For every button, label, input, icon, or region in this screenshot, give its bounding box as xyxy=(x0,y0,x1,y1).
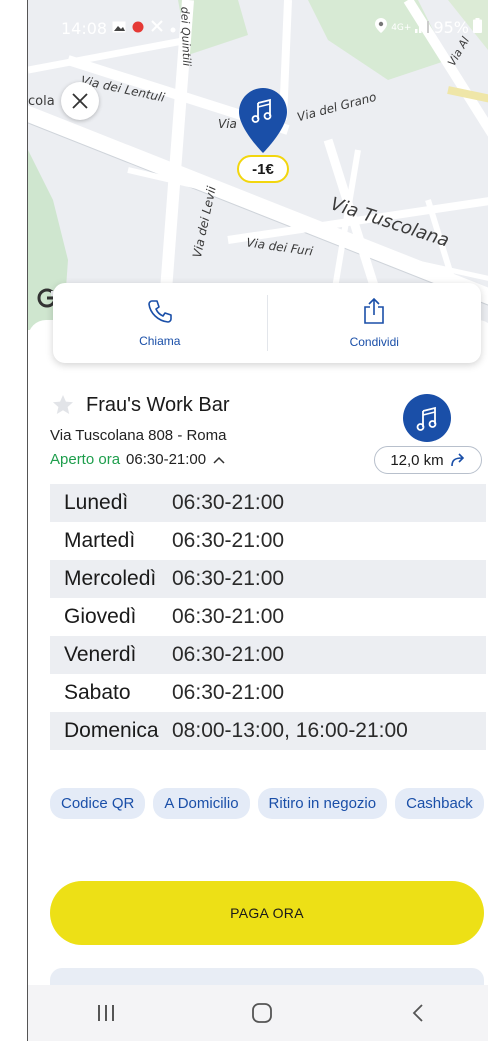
recent-apps-button[interactable] xyxy=(66,993,146,1033)
call-label: Chiama xyxy=(139,334,181,348)
hours-row: Martedì 06:30-21:00 xyxy=(50,522,486,560)
open-status: Aperto ora xyxy=(50,451,121,468)
tag-delivery[interactable]: A Domicilio xyxy=(153,788,250,819)
status-notification-icons xyxy=(112,18,176,37)
location-icon xyxy=(375,18,388,37)
hours-time: 06:30-21:00 xyxy=(172,529,285,552)
street-label: cola xyxy=(28,94,55,109)
music-note-icon xyxy=(416,406,437,431)
pay-now-button[interactable]: PAGA ORA xyxy=(50,881,484,945)
directions-arrow-icon xyxy=(450,453,464,467)
share-icon xyxy=(364,297,385,324)
store-address: Via Tuscolana 808 - Roma xyxy=(50,427,227,444)
system-navigation-bar xyxy=(28,985,488,1041)
hours-time: 06:30-21:00 xyxy=(172,491,285,514)
hours-row: Domenica 08:00-13:00, 16:00-21:00 xyxy=(50,712,486,750)
map-view[interactable]: Via dei Lentuli Via del Grano Via Tuscol… xyxy=(28,0,488,330)
share-label: Condividi xyxy=(349,335,399,349)
street-label: Via xyxy=(218,117,237,131)
gallery-icon xyxy=(112,18,126,37)
battery-percent: 95% xyxy=(433,18,469,37)
home-button[interactable] xyxy=(222,993,302,1033)
record-icon xyxy=(132,18,144,37)
hours-time: 06:30-21:00 xyxy=(172,643,285,666)
share-button[interactable]: Condividi xyxy=(268,283,482,363)
hours-day: Giovedì xyxy=(64,605,137,628)
service-tags: Codice QR A Domicilio Ritiro in negozio … xyxy=(50,788,488,819)
close-button[interactable] xyxy=(61,82,99,120)
chevron-up-icon xyxy=(213,456,225,464)
opening-hours-toggle[interactable]: Aperto ora 06:30-21:00 xyxy=(50,451,226,468)
tag-store-pickup[interactable]: Ritiro in negozio xyxy=(257,788,388,819)
hours-day: Domenica xyxy=(64,719,159,742)
close-icon xyxy=(72,93,88,109)
network-type: 4G+ xyxy=(391,22,412,33)
directions-button[interactable]: 12,0 km xyxy=(374,446,482,474)
store-name: Frau's Work Bar xyxy=(86,394,230,416)
status-bar: 14:08 4G+ 95% xyxy=(28,0,488,52)
tag-qr-code[interactable]: Codice QR xyxy=(50,788,146,819)
hours-row: Mercoledì 06:30-21:00 xyxy=(50,560,486,598)
status-time: 14:08 xyxy=(61,19,108,38)
hours-day: Venerdì xyxy=(64,643,137,666)
hours-day: Sabato xyxy=(64,681,131,704)
home-icon xyxy=(252,1003,272,1023)
distance-label: 12,0 km xyxy=(390,451,444,469)
hours-row: Venerdì 06:30-21:00 xyxy=(50,636,486,674)
hours-row: Giovedì 06:30-21:00 xyxy=(50,598,486,636)
hours-time: 06:30-21:00 xyxy=(172,567,285,590)
signal-icon xyxy=(415,18,430,37)
recent-apps-icon xyxy=(98,1005,114,1021)
hours-time: 06:30-21:00 xyxy=(172,605,285,628)
hours-day: Lunedì xyxy=(64,491,129,514)
favorite-star-icon[interactable] xyxy=(51,393,75,422)
tag-cashback[interactable]: Cashback xyxy=(395,788,484,819)
opening-hours-table: Lunedì 06:30-21:00 Martedì 06:30-21:00 Mer… xyxy=(50,484,486,750)
store-category-logo xyxy=(403,394,451,442)
pin-discount-badge: -1€ xyxy=(237,155,289,183)
hours-day: Mercoledì xyxy=(64,567,157,590)
hours-time: 08:00-13:00, 16:00-21:00 xyxy=(172,719,408,742)
phone-screen: Via dei Lentuli Via del Grano Via Tuscol… xyxy=(27,0,488,1041)
battery-icon xyxy=(473,18,482,37)
store-map-pin[interactable] xyxy=(237,87,289,155)
call-button[interactable]: Chiama xyxy=(53,283,267,363)
hours-time: 06:30-21:00 xyxy=(172,681,285,704)
music-pin-icon xyxy=(239,88,287,153)
phone-icon xyxy=(147,300,172,323)
hours-row: Lunedì 06:30-21:00 xyxy=(50,484,486,522)
back-button[interactable] xyxy=(378,993,458,1033)
today-hours: 06:30-21:00 xyxy=(126,451,207,468)
status-right-icons: 4G+ 95% xyxy=(375,18,482,37)
hours-day: Martedì xyxy=(64,529,136,552)
tools-icon xyxy=(150,18,164,37)
hours-row: Sabato 06:30-21:00 xyxy=(50,674,486,712)
dot-icon xyxy=(170,18,176,37)
action-card: Chiama Condividi xyxy=(53,283,481,363)
back-icon xyxy=(412,1004,423,1022)
